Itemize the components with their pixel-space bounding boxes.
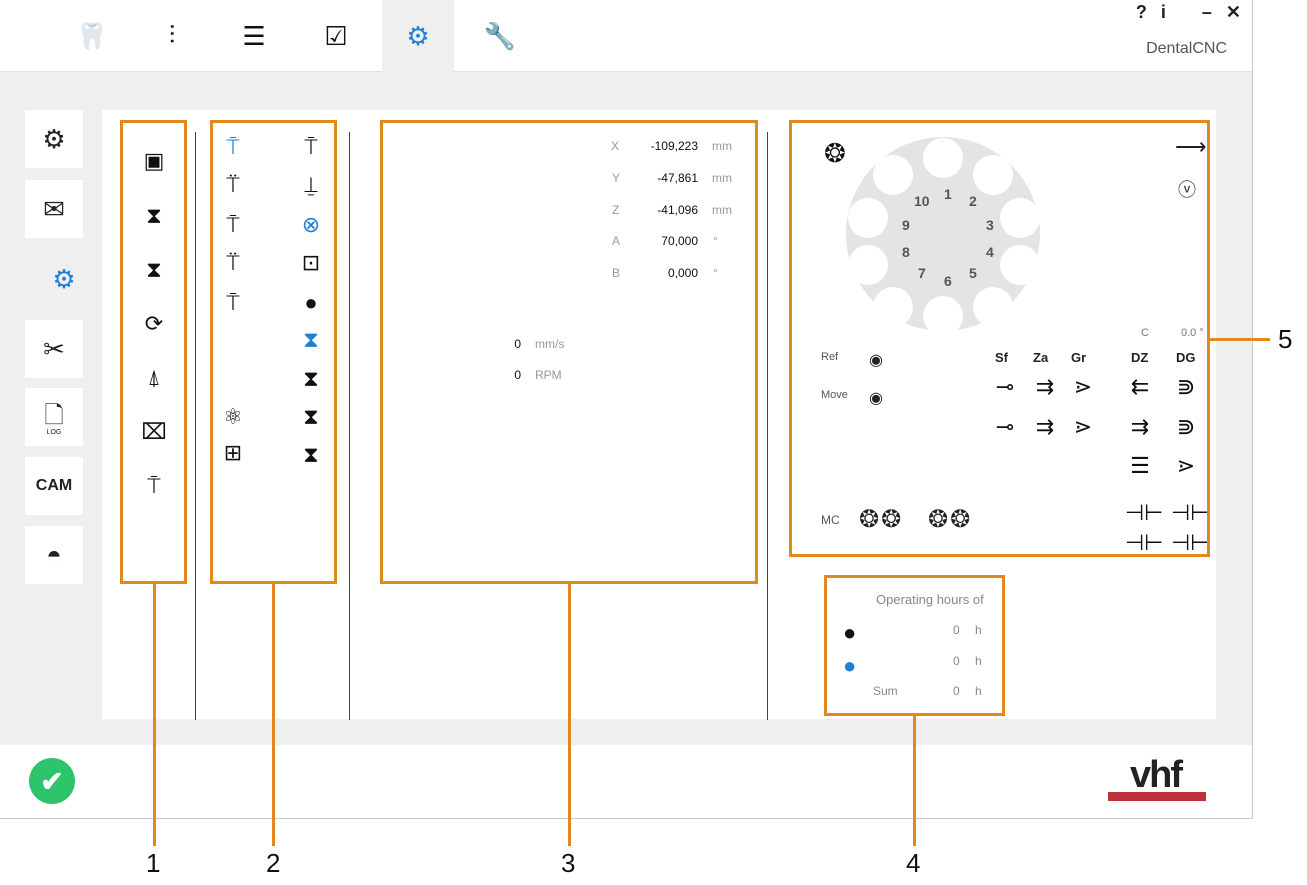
sidebar-item-log[interactable]: 🗋 LOG (25, 388, 83, 446)
wrench-brush-icon: 🔧 (483, 20, 517, 51)
check-icon: ✔ (40, 765, 64, 797)
sidebar-item-messages[interactable]: ✉ (25, 180, 83, 238)
highlight-box-4 (824, 575, 1005, 716)
callout-line (153, 584, 156, 846)
envelope-icon: ✉ (43, 193, 65, 224)
settings-tab[interactable]: ⚙ (382, 0, 454, 72)
callout-line (913, 716, 916, 846)
close-button[interactable]: ✕ (1226, 2, 1241, 23)
logo-bar (1108, 792, 1206, 801)
sidebar-item-cam[interactable]: CAM (25, 457, 83, 515)
highlight-box-5 (789, 120, 1210, 557)
info-button[interactable]: i (1161, 2, 1166, 23)
log-label: LOG (46, 429, 62, 436)
tooth-icon: 🦷 (75, 20, 109, 51)
top-toolbar: 🦷 ⫶ ☰ ☑ ⚙ 🔧 ? i – ✕ DentalCNC (0, 0, 1252, 72)
callout-line (272, 584, 275, 846)
callout-number: 2 (266, 848, 281, 878)
divider (195, 132, 196, 720)
tools-icon: ✂ (43, 333, 65, 364)
callout-number: 5 (1278, 324, 1293, 354)
cam-label: CAM (35, 477, 73, 494)
callout-line (568, 584, 571, 846)
vhf-logo: vhf (1108, 754, 1208, 802)
sidebar-item-machine[interactable]: ⚙ (25, 250, 103, 308)
minimize-button[interactable]: – (1202, 2, 1212, 23)
highlight-box-1 (120, 120, 187, 584)
bottom-bar (0, 745, 1252, 818)
help-button[interactable]: ? (1136, 2, 1147, 23)
gear-icon: ⚙ (42, 123, 66, 154)
gear-icon: ⚙ (406, 20, 430, 51)
callout-number: 4 (906, 848, 921, 878)
checklist-tab[interactable]: ☑ (300, 0, 372, 72)
callout-number: 3 (561, 848, 576, 878)
tools-tab[interactable]: 🔧 (464, 0, 536, 72)
divider (349, 132, 350, 720)
list-tab[interactable]: ☰ (218, 0, 290, 72)
protractor-icon: ◓ (46, 539, 62, 570)
highlight-box-2 (210, 120, 337, 584)
callout-number: 1 (146, 848, 161, 878)
checklist-icon: ☑ (324, 20, 348, 51)
sidebar-item-settings[interactable]: ⚙ (25, 110, 83, 168)
adjust-tab[interactable]: ⫶ (136, 0, 208, 72)
window-controls: ? i – ✕ (1136, 2, 1241, 23)
confirm-button[interactable]: ✔ (29, 758, 75, 804)
sidebar-item-calibration[interactable]: ◓ (25, 526, 83, 584)
sidebar-item-service[interactable]: ✂ (25, 320, 83, 378)
logo-text: vhf (1130, 754, 1183, 796)
highlight-box-3 (380, 120, 758, 584)
gears-icon: ⚙ (52, 263, 76, 294)
list-icon: ☰ (242, 20, 266, 51)
callout-line (1210, 338, 1270, 341)
divider (767, 132, 768, 720)
app-title: DentalCNC (1146, 40, 1227, 57)
tooth-tab[interactable]: 🦷 (56, 0, 128, 72)
sliders-icon: ⫶ (168, 20, 176, 50)
